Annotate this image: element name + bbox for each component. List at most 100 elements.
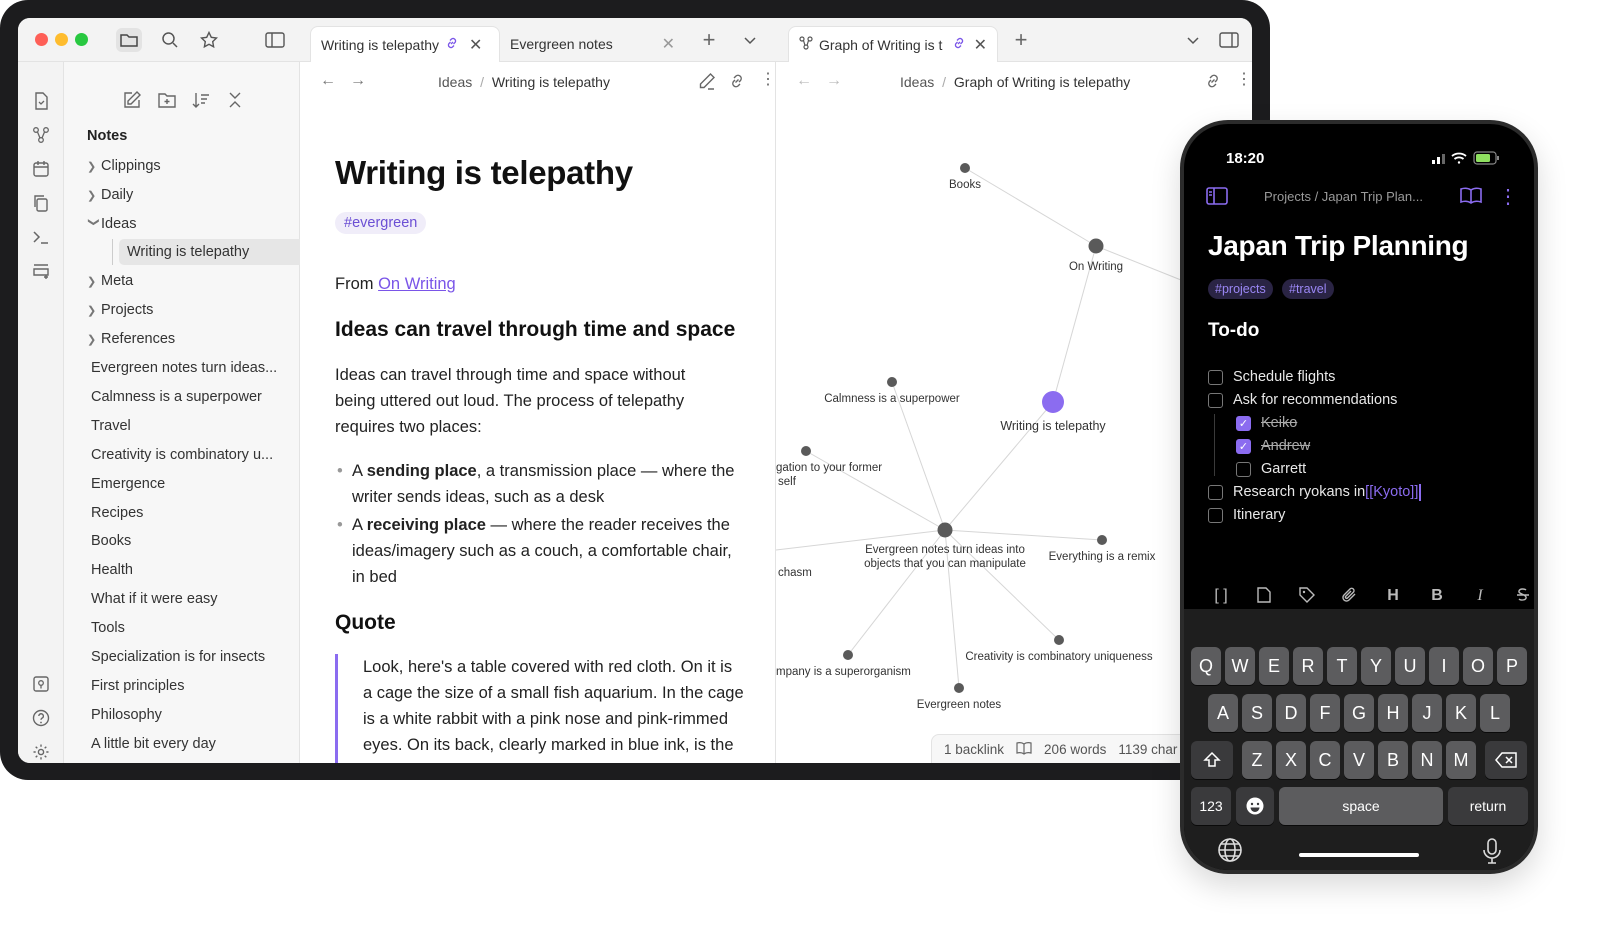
file-switcher-icon[interactable] [31,91,51,111]
help-icon[interactable] [31,708,51,728]
folder-icon[interactable] [116,28,142,52]
key-v[interactable]: V [1344,741,1374,779]
key-q[interactable]: Q [1191,647,1221,685]
microphone-icon[interactable] [1482,837,1502,870]
file-item[interactable]: Books [91,528,131,554]
search-icon[interactable] [157,28,183,52]
shift-key[interactable] [1191,741,1233,779]
more-options-icon[interactable]: ⋮ [760,72,776,90]
todo-checkbox[interactable]: ✓ [1236,438,1251,454]
italic-icon[interactable]: I [1470,587,1490,605]
tab-evergreen-notes[interactable]: Evergreen notes ✕ [500,26,685,62]
folder-daily[interactable]: ❯ Daily [87,182,133,208]
attachment-icon[interactable] [1340,587,1360,608]
todo-checkbox[interactable]: ✓ [1236,415,1251,431]
tag-evergreen[interactable]: #evergreen [335,212,427,234]
close-tab-icon[interactable]: ✕ [662,34,675,54]
heading-icon[interactable]: H [1383,587,1403,605]
file-item[interactable]: Tools [91,615,125,641]
key-o[interactable]: O [1463,647,1493,685]
file-item[interactable]: Evergreen notes turn ideas... [91,355,277,381]
sort-icon[interactable] [191,90,211,110]
file-item[interactable]: Recipes [91,500,143,526]
tab-writing-is-telepathy[interactable]: Writing is telepathy ✕ [310,26,500,62]
reading-mode-icon[interactable] [1460,187,1482,208]
file-item[interactable]: Philosophy [91,702,162,728]
folder-meta[interactable]: ❯ Meta [87,268,133,294]
on-writing-link[interactable]: On Writing [378,275,456,293]
breadcrumb-current[interactable]: Writing is telepathy [492,74,610,90]
key-r[interactable]: R [1293,647,1323,685]
todo-checkbox[interactable] [1236,461,1251,477]
todo-checkbox[interactable] [1208,369,1223,385]
strikethrough-icon[interactable] [1513,587,1533,608]
minimize-window-button[interactable] [55,33,68,46]
graph-node-on-writing[interactable] [1088,238,1104,254]
graph-node-creativity[interactable] [1054,635,1064,645]
key-e[interactable]: E [1259,647,1289,685]
more-options-icon[interactable]: ⋮ [1498,184,1518,209]
file-item[interactable]: Health [91,557,133,583]
key-u[interactable]: U [1395,647,1425,685]
chevron-down-icon[interactable] [737,28,763,52]
folder-clippings[interactable]: ❯ Clippings [87,153,161,179]
phone-breadcrumb[interactable]: Projects / Japan Trip Plan... [1264,189,1423,204]
graph-node-calmness[interactable] [887,377,897,387]
file-item[interactable]: Creativity is combinatory u... [91,442,273,468]
collapse-all-icon[interactable] [225,90,245,110]
todo-checkbox[interactable] [1208,392,1223,408]
copy-icon[interactable] [31,193,51,213]
key-g[interactable]: G [1344,694,1374,732]
breadcrumb-parent[interactable]: Ideas [438,74,472,90]
key-d[interactable]: D [1276,694,1306,732]
link-icon[interactable] [728,72,746,90]
folder-projects[interactable]: ❯ Projects [87,297,153,323]
close-window-button[interactable] [35,33,48,46]
bold-icon[interactable]: B [1427,587,1447,605]
key-i[interactable]: I [1429,647,1459,685]
new-tab-icon[interactable]: + [1008,27,1034,52]
key-p[interactable]: P [1497,647,1527,685]
wikilink-icon[interactable]: [ ] [1211,587,1231,605]
terminal-icon[interactable] [31,227,51,247]
home-indicator[interactable] [1299,853,1419,857]
close-tab-icon[interactable]: ✕ [469,35,482,55]
zoom-window-button[interactable] [75,33,88,46]
key-z[interactable]: Z [1242,741,1272,779]
backlink-count[interactable]: 1 backlink [944,742,1004,757]
new-folder-icon[interactable] [157,90,177,110]
folder-ideas[interactable]: ❯ Ideas [87,211,137,237]
key-w[interactable]: W [1225,647,1255,685]
file-writing-is-telepathy[interactable]: Writing is telepathy [119,239,305,265]
file-icon[interactable] [1254,587,1274,608]
file-item[interactable]: 1,000 true fans [91,760,188,763]
numbers-key[interactable]: 123 [1191,787,1231,825]
new-note-icon[interactable] [122,90,142,110]
back-arrow-icon[interactable]: ← [320,72,336,90]
graph-node-books[interactable] [960,163,970,173]
forward-arrow-icon[interactable]: → [350,72,366,90]
key-h[interactable]: H [1378,694,1408,732]
emoji-key[interactable] [1236,787,1274,825]
calendar-icon[interactable] [31,159,51,179]
key-x[interactable]: X [1276,741,1306,779]
gear-icon[interactable] [31,742,51,762]
graph-node-former-self[interactable] [801,446,811,456]
file-item[interactable]: Calmness is a superpower [91,384,262,410]
file-item[interactable]: What if it were easy [91,586,218,612]
graph-node-evergreen-notes-turn[interactable] [937,522,953,538]
return-key[interactable]: return [1448,787,1528,825]
vault-icon[interactable] [31,674,51,694]
key-n[interactable]: N [1412,741,1442,779]
key-c[interactable]: C [1310,741,1340,779]
key-s[interactable]: S [1242,694,1272,732]
file-item[interactable]: A little bit every day [91,731,216,757]
file-item[interactable]: Specialization is for insects [91,644,265,670]
file-item[interactable]: Travel [91,413,131,439]
star-icon[interactable] [196,28,222,52]
key-k[interactable]: K [1446,694,1476,732]
key-m[interactable]: M [1446,741,1476,779]
backspace-key[interactable] [1485,741,1527,779]
globe-icon[interactable] [1217,837,1243,868]
edit-pencil-icon[interactable] [698,72,716,90]
